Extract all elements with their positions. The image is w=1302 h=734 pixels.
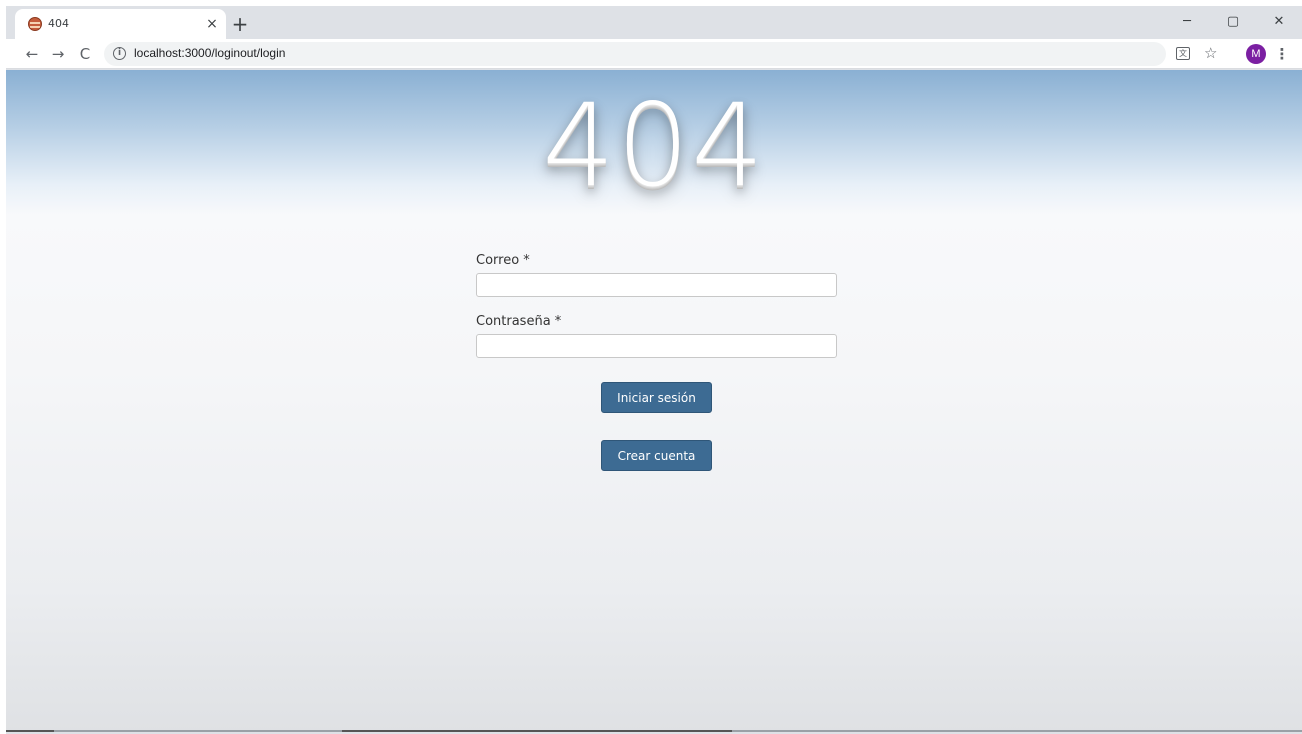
browser-tab[interactable]: 404 ×: [15, 9, 226, 39]
email-field[interactable]: [476, 273, 837, 297]
tab-strip: 404 × + ─ ▢ ✕: [6, 6, 1302, 39]
create-account-button[interactable]: Crear cuenta: [601, 440, 712, 471]
translate-icon[interactable]: 文: [1176, 47, 1190, 60]
browser-window: 404 × + ─ ▢ ✕ ← → C i localhost:3000/log…: [6, 6, 1302, 734]
window-controls: ─ ▢ ✕: [1164, 6, 1302, 36]
page-viewport: 404 Correo * Contraseña * Iniciar sesión…: [6, 70, 1302, 732]
new-tab-icon[interactable]: +: [230, 14, 250, 35]
tab-title: 404: [48, 17, 69, 30]
close-window-icon[interactable]: ✕: [1256, 6, 1302, 36]
password-field[interactable]: [476, 334, 837, 358]
hero-404-heading: 404: [542, 79, 766, 212]
minimize-icon[interactable]: ─: [1164, 6, 1210, 36]
browser-toolbar: ← → C i localhost:3000/loginout/login 文 …: [6, 39, 1302, 69]
tab-close-icon[interactable]: ×: [203, 15, 221, 33]
restore-icon[interactable]: ▢: [1210, 6, 1256, 36]
browser-menu-icon[interactable]: ⋮: [1274, 44, 1290, 64]
password-label: Contraseña *: [476, 314, 562, 329]
bookmark-star-icon[interactable]: ☆: [1204, 44, 1217, 62]
site-info-icon[interactable]: i: [113, 47, 126, 60]
login-button[interactable]: Iniciar sesión: [601, 382, 712, 413]
forward-icon[interactable]: →: [47, 43, 69, 65]
reload-icon[interactable]: C: [74, 43, 96, 65]
bottom-divider-segment: [342, 730, 732, 732]
email-label: Correo *: [476, 253, 530, 268]
bottom-divider-segment: [6, 730, 54, 732]
address-bar[interactable]: i localhost:3000/loginout/login: [104, 42, 1166, 66]
back-icon[interactable]: ←: [21, 43, 43, 65]
profile-avatar[interactable]: M: [1246, 44, 1266, 64]
url-text[interactable]: localhost:3000/loginout/login: [134, 46, 285, 60]
favicon-icon: [28, 17, 42, 31]
